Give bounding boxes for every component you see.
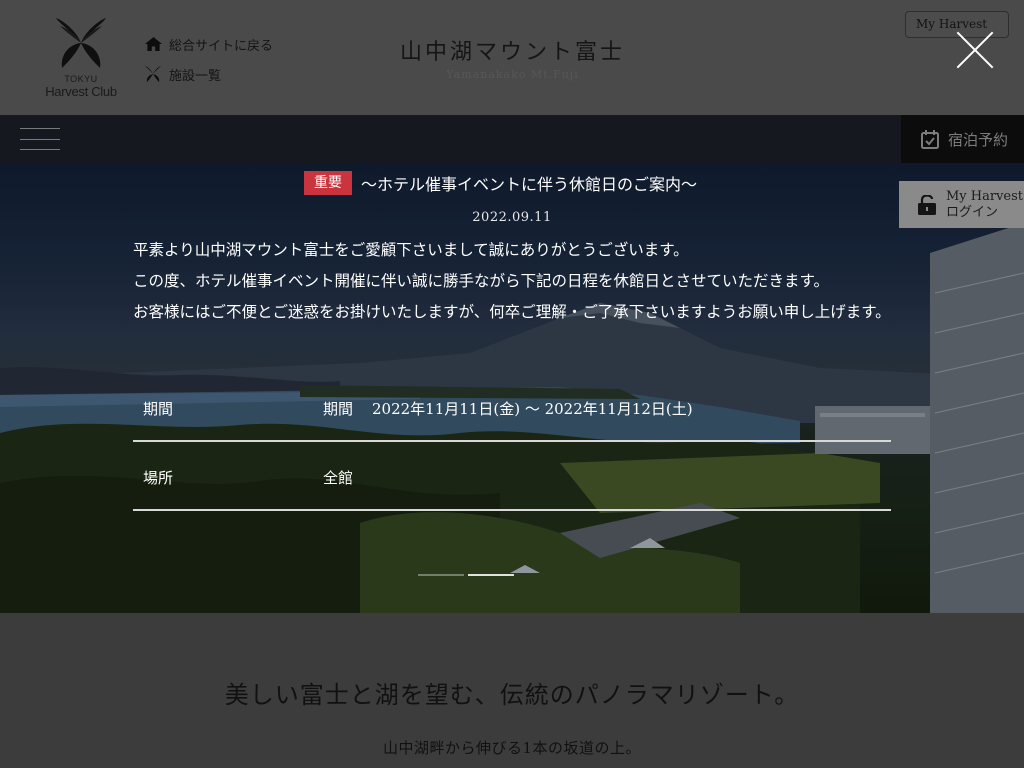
intro-section: 美しい富士と湖を望む、伝統のパノラマリゾート。 山中湖畔から伸びる1本の坂道の上…: [0, 613, 1024, 768]
site-title-en: Yamanakako Mt.Fuji: [446, 68, 579, 81]
notice-header: 重要 〜ホテル催事イベントに伴う休館日のご案内〜: [304, 171, 697, 195]
notice-paragraph: お客様にはご不便とご迷惑をお掛けいたしますが、何卒ご理解・ご了承下さいますようお…: [133, 303, 891, 321]
close-icon[interactable]: [948, 24, 1000, 76]
butterfly-icon: [144, 65, 162, 83]
butterfly-logo-icon: [56, 18, 106, 68]
notice-title: 〜ホテル催事イベントに伴う休館日のご案内〜: [361, 175, 698, 194]
tokyu-harvest-club-logo[interactable]: TOKYU Harvest Club: [40, 16, 122, 100]
site-title[interactable]: 山中湖マウント富士 Yamanakako Mt.Fuji: [360, 34, 665, 81]
hero-section: 重要 〜ホテル催事イベントに伴う休館日のご案内〜 2022.09.11 平素より…: [0, 163, 1024, 613]
login-line-1: My Harvest: [946, 188, 1024, 204]
booking-button[interactable]: 宿泊予約: [901, 115, 1024, 163]
period-label: 期間: [143, 400, 174, 418]
period-row: 期間 期間 2022年11月11日(金) 〜 2022年11月12日(土): [133, 373, 891, 442]
unlock-icon: [918, 194, 936, 215]
notice-date: 2022.09.11: [472, 210, 552, 225]
booking-label: 宿泊予約: [948, 130, 1009, 149]
slider-dot-active[interactable]: [468, 574, 514, 576]
slider-indicator: [418, 574, 514, 576]
slider-dot[interactable]: [418, 574, 464, 576]
notice-info-table: 期間 期間 2022年11月11日(金) 〜 2022年11月12日(土) 場所…: [133, 373, 891, 511]
nav-bar: 宿泊予約: [0, 115, 1024, 163]
location-label: 場所: [143, 469, 174, 487]
my-harvest-login-button[interactable]: My Harvest ログイン: [899, 181, 1024, 228]
back-to-main-site-label: 総合サイトに戻る: [169, 38, 274, 54]
site-title-ja: 山中湖マウント富士: [399, 40, 625, 65]
notice-body: 平素より山中湖マウント富士をご愛顧下さいまして誠にありがとうございます。 この度…: [133, 235, 891, 328]
period-value: 2022年11月11日(金) 〜 2022年11月12日(土): [372, 400, 693, 418]
calendar-check-icon: [921, 129, 939, 149]
important-badge: 重要: [304, 171, 352, 195]
site-header: TOKYU Harvest Club 総合サイトに戻る 施設一覧 山中湖マウント…: [0, 0, 1024, 115]
hamburger-menu-icon[interactable]: [20, 128, 60, 150]
home-icon: [144, 35, 162, 53]
notice-paragraph: 平素より山中湖マウント富士をご愛顧下さいまして誠にありがとうございます。: [133, 241, 689, 259]
location-value: 全館: [323, 469, 354, 487]
back-to-main-site-link[interactable]: 総合サイトに戻る: [144, 34, 273, 54]
intro-heading: 美しい富士と湖を望む、伝統のパノラマリゾート。: [224, 681, 800, 709]
facility-list-label: 施設一覧: [169, 68, 222, 84]
intro-text: 山中湖畔から伸びる1本の坂道の上。: [382, 739, 642, 757]
period-value-label: 期間: [323, 400, 354, 418]
notice-paragraph: この度、ホテル催事イベント開催に伴い誠に勝手ながら下記の日程を休館日とさせていた…: [133, 272, 829, 290]
logo-text: Harvest Club: [45, 84, 117, 99]
logo-subtext: TOKYU: [64, 74, 98, 84]
header-links: 総合サイトに戻る 施設一覧: [144, 34, 273, 94]
location-row: 場所 全館: [133, 442, 891, 511]
notice-modal: 重要 〜ホテル催事イベントに伴う休館日のご案内〜 2022.09.11 平素より…: [0, 163, 1024, 613]
facility-list-link[interactable]: 施設一覧: [144, 64, 273, 84]
login-line-2: ログイン: [946, 204, 999, 220]
